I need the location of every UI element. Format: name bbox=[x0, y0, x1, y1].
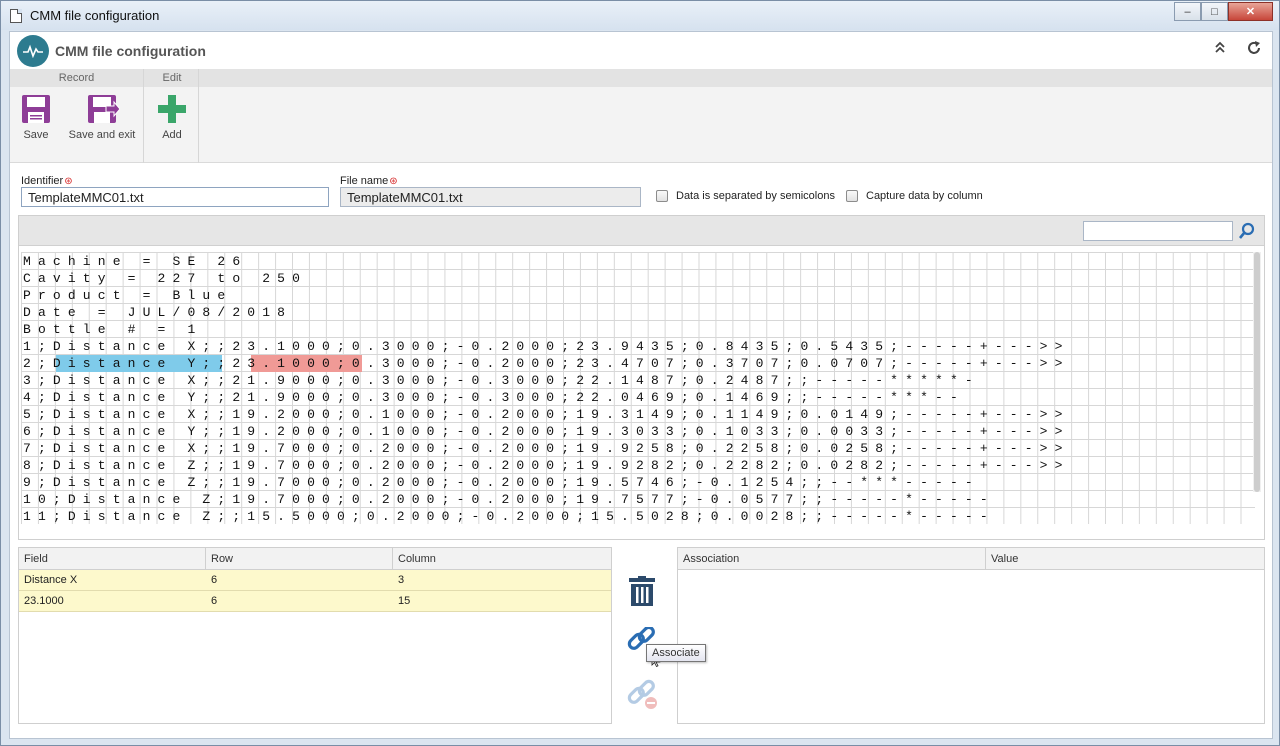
application-window: CMM file configuration – □ ✕ CMM file co… bbox=[0, 0, 1280, 746]
row-cell: 6 bbox=[211, 595, 218, 607]
file-line[interactable]: Bottle # = 1 bbox=[23, 321, 202, 338]
add-button[interactable]: Add bbox=[154, 93, 190, 141]
column-cell: 15 bbox=[398, 595, 411, 607]
save-label: Save bbox=[23, 129, 49, 141]
file-line[interactable]: 10;Distance Z;19.7000;0.2000;-0.2000;19.… bbox=[23, 491, 995, 508]
ribbon-group-edit: Edit bbox=[162, 72, 182, 84]
save-and-exit-label: Save and exit bbox=[68, 129, 136, 141]
column-cell: 3 bbox=[398, 574, 405, 586]
row-cell: 6 bbox=[211, 574, 218, 586]
table-row[interactable]: Distance X 6 3 bbox=[19, 570, 611, 591]
file-line[interactable]: 7;Distance X;;19.7000;0.2000;-0.2000;19.… bbox=[23, 440, 1070, 457]
search-input[interactable] bbox=[1083, 221, 1233, 241]
close-button[interactable]: ✕ bbox=[1228, 2, 1273, 21]
disassociate-icon bbox=[626, 679, 662, 714]
column-header-association[interactable]: Association bbox=[678, 548, 986, 570]
file-line[interactable]: 4;Distance Y;;21.9000;0.3000;-0.3000;22.… bbox=[23, 389, 965, 406]
page-title: CMM file configuration bbox=[55, 42, 206, 59]
save-exit-icon bbox=[86, 93, 121, 125]
save-icon bbox=[20, 93, 52, 125]
fields-table-header: Field Row Column bbox=[19, 548, 611, 570]
file-line[interactable]: Date = JUL/08/2018 bbox=[23, 304, 292, 321]
semicolon-checkbox-label: Data is separated by semicolons bbox=[676, 190, 835, 202]
file-line[interactable]: 2;Distance Y;;23.1000;0.3000;-0.2000;23.… bbox=[23, 355, 1070, 372]
column-header-value[interactable]: Value bbox=[986, 548, 1265, 570]
association-table: Association Value bbox=[677, 547, 1265, 724]
save-button[interactable]: Save bbox=[18, 93, 54, 141]
ribbon-group-record: Record bbox=[58, 72, 95, 84]
add-label: Add bbox=[162, 129, 182, 141]
trash-icon[interactable] bbox=[629, 576, 655, 609]
app-header: CMM file configuration bbox=[10, 32, 1272, 69]
file-line[interactable]: Cavity = 227 to 250 bbox=[23, 270, 307, 287]
associate-tooltip: Associate bbox=[646, 644, 706, 662]
table-row[interactable]: 23.1000 6 15 bbox=[19, 591, 611, 612]
fields-table: Field Row Column Distance X 6 3 23.1000 … bbox=[18, 547, 612, 724]
file-line[interactable]: 6;Distance Y;;19.2000;0.1000;-0.2000;19.… bbox=[23, 423, 1070, 440]
minimize-button[interactable]: – bbox=[1174, 2, 1201, 21]
column-checkbox-label: Capture data by column bbox=[866, 190, 983, 202]
file-line[interactable]: Product = Blue bbox=[23, 287, 232, 304]
ribbon-divider bbox=[143, 69, 144, 163]
file-line[interactable]: 1;Distance X;;23.1000;0.3000;-0.2000;23.… bbox=[23, 338, 1070, 355]
add-icon bbox=[156, 93, 188, 125]
logo-icon bbox=[17, 34, 49, 67]
semicolon-checkbox[interactable]: Data is separated by semicolons bbox=[656, 190, 835, 202]
file-line[interactable]: 5;Distance X;;19.2000;0.1000;-0.2000;19.… bbox=[23, 406, 1070, 423]
file-line[interactable]: 3;Distance X;;21.9000;0.3000;-0.3000;22.… bbox=[23, 372, 980, 389]
file-preview-panel: Machine = SE 26 Cavity = 227 to 250 Produc… bbox=[18, 215, 1265, 540]
client-area: CMM file configuration Record Edit Save bbox=[9, 31, 1273, 739]
file-name-field bbox=[340, 187, 641, 207]
file-content-grid[interactable]: Machine = SE 26 Cavity = 227 to 250 Produc… bbox=[21, 252, 1255, 524]
ribbon: Save Save and exit Add bbox=[10, 87, 1272, 163]
field-cell: 23.1000 bbox=[24, 595, 64, 607]
field-cell: Distance X bbox=[24, 574, 78, 586]
file-line[interactable]: 11;Distance Z;;15.5000;0.2000;-0.2000;15… bbox=[23, 508, 995, 524]
file-name-label: File name⊛ bbox=[340, 175, 398, 187]
save-and-exit-button[interactable]: Save and exit bbox=[64, 93, 140, 141]
column-header-row[interactable]: Row bbox=[206, 548, 393, 570]
column-header-column[interactable]: Column bbox=[393, 548, 612, 570]
column-checkbox[interactable]: Capture data by column bbox=[846, 190, 983, 202]
file-line[interactable]: Machine = SE 26 bbox=[23, 253, 247, 270]
ribbon-tabs: Record Edit bbox=[10, 69, 1272, 87]
search-icon[interactable] bbox=[1238, 222, 1256, 240]
maximize-button[interactable]: □ bbox=[1201, 2, 1228, 21]
document-icon bbox=[10, 8, 22, 23]
ribbon-divider bbox=[198, 69, 199, 163]
window-title: CMM file configuration bbox=[30, 8, 160, 23]
identifier-label: Identifier⊛ bbox=[21, 175, 73, 187]
preview-toolbar bbox=[19, 216, 1264, 246]
file-line[interactable]: 8;Distance Z;;19.7000;0.2000;-0.2000;19.… bbox=[23, 457, 1070, 474]
file-line[interactable]: 9;Distance Z;;19.7000;0.2000;-0.2000;19.… bbox=[23, 474, 980, 491]
vertical-scrollbar[interactable] bbox=[1253, 252, 1261, 492]
column-header-field[interactable]: Field bbox=[19, 548, 206, 570]
collapse-icon[interactable] bbox=[1212, 40, 1228, 56]
refresh-icon[interactable] bbox=[1246, 40, 1262, 56]
window-titlebar: CMM file configuration – □ ✕ bbox=[1, 1, 1279, 30]
association-table-header: Association Value bbox=[678, 548, 1264, 570]
identifier-field[interactable] bbox=[21, 187, 329, 207]
